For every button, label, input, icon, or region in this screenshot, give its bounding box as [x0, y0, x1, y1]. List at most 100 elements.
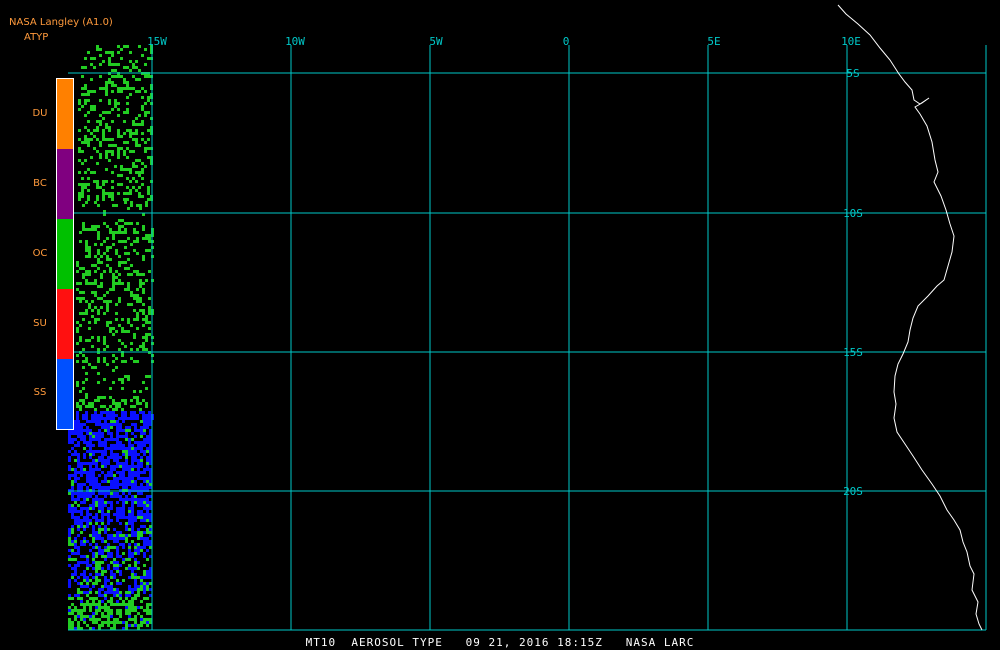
aerosol-pixel: [78, 108, 81, 111]
aerosol-pixel: [131, 513, 134, 516]
aerosol-pixel: [131, 483, 134, 486]
aerosol-pixel: [116, 477, 119, 480]
aerosol-pixel: [74, 594, 77, 597]
aerosol-pixel: [83, 528, 86, 531]
aerosol-pixel: [131, 552, 134, 555]
aerosol-pixel: [107, 555, 110, 558]
aerosol-pixel: [105, 153, 108, 156]
aerosol-pixel: [119, 570, 122, 573]
aerosol-pixel: [143, 507, 146, 510]
aerosol-pixel: [125, 426, 128, 429]
aerosol-pixel: [142, 312, 145, 315]
aerosol-pixel: [139, 309, 142, 312]
aerosol-pixel: [108, 150, 111, 153]
aerosol-pixel: [80, 423, 83, 426]
aerosol-pixel: [124, 411, 127, 414]
aerosol-pixel: [101, 606, 104, 609]
aerosol-pixel: [104, 606, 107, 609]
aerosol-pixel: [125, 621, 128, 624]
aerosol-pixel: [143, 525, 146, 528]
aerosol-pixel: [116, 444, 119, 447]
aerosol-pixel: [133, 228, 136, 231]
aerosol-pixel: [82, 204, 85, 207]
aerosol-pixel: [85, 228, 88, 231]
aerosol-pixel: [103, 405, 106, 408]
aerosol-pixel: [118, 402, 121, 405]
aerosol-pixel: [136, 222, 139, 225]
aerosol-pixel: [136, 231, 139, 234]
aerosol-pixel: [93, 135, 96, 138]
aerosol-pixel: [85, 393, 88, 396]
aerosol-pixel: [146, 465, 149, 468]
aerosol-pixel: [125, 612, 128, 615]
aerosol-pixel: [128, 552, 131, 555]
aerosol-pixel: [84, 102, 87, 105]
aerosol-pixel: [110, 552, 113, 555]
aerosol-pixel: [86, 492, 89, 495]
aerosol-pixel: [98, 474, 101, 477]
aerosol-pixel: [80, 471, 83, 474]
aerosol-pixel: [94, 291, 97, 294]
aerosol-pixel: [137, 588, 140, 591]
aerosol-pixel: [101, 462, 104, 465]
aerosol-pixel: [83, 438, 86, 441]
aerosol-pixel: [147, 189, 150, 192]
aerosol-pixel: [92, 621, 95, 624]
aerosol-pixel: [145, 414, 148, 417]
aerosol-pixel: [98, 609, 101, 612]
aerosol-pixel: [97, 312, 100, 315]
aerosol-pixel: [125, 522, 128, 525]
aerosol-pixel: [135, 171, 138, 174]
aerosol-pixel: [110, 609, 113, 612]
aerosol-pixel: [92, 561, 95, 564]
aerosol-pixel: [94, 399, 97, 402]
aerosol-pixel: [116, 588, 119, 591]
aerosol-pixel: [68, 618, 71, 621]
legend-label-su: SU: [33, 318, 47, 329]
aerosol-pixel: [131, 486, 134, 489]
aerosol-pixel: [131, 507, 134, 510]
aerosol-pixel: [105, 51, 108, 54]
aerosol-pixel: [146, 462, 149, 465]
aerosol-pixel: [143, 537, 146, 540]
aerosol-pixel: [80, 591, 83, 594]
aerosol-pixel: [143, 621, 146, 624]
aerosol-pixel: [110, 591, 113, 594]
aerosol-pixel: [108, 60, 111, 63]
aerosol-pixel: [132, 150, 135, 153]
aerosol-pixel: [86, 582, 89, 585]
aerosol-pixel: [105, 138, 108, 141]
aerosol-pixel: [110, 600, 113, 603]
aerosol-pixel: [104, 597, 107, 600]
aerosol-pixel: [148, 249, 151, 252]
aerosol-pixel: [128, 438, 131, 441]
aerosol-pixel: [119, 612, 122, 615]
aerosol-pixel: [137, 441, 140, 444]
aerosol-pixel: [98, 510, 101, 513]
aerosol-pixel: [130, 291, 133, 294]
aerosol-pixel: [119, 465, 122, 468]
aerosol-pixel: [144, 90, 147, 93]
aerosol-pixel: [79, 312, 82, 315]
aerosol-pixel: [85, 312, 88, 315]
aerosol-pixel: [107, 459, 110, 462]
aerosol-pixel: [116, 438, 119, 441]
aerosol-pixel: [121, 417, 124, 420]
aerosol-pixel: [118, 417, 121, 420]
aerosol-pixel: [104, 462, 107, 465]
aerosol-pixel: [113, 459, 116, 462]
aerosol-pixel: [81, 75, 84, 78]
map-canvas: 15W 10W 5W 0 5E 10E 5S 10S 15S 20S: [68, 4, 987, 631]
aerosol-pixel: [139, 282, 142, 285]
aerosol-pixel: [83, 543, 86, 546]
aerosol-pixel: [68, 459, 71, 462]
aerosol-pixel: [107, 507, 110, 510]
aerosol-pixel: [68, 510, 71, 513]
aerosol-pixel: [71, 453, 74, 456]
aerosol-pixel: [111, 69, 114, 72]
aerosol-pixel: [84, 183, 87, 186]
aerosol-pixel: [95, 435, 98, 438]
aerosol-pixel: [103, 396, 106, 399]
aerosol-pixel: [116, 531, 119, 534]
aerosol-pixel: [68, 465, 71, 468]
